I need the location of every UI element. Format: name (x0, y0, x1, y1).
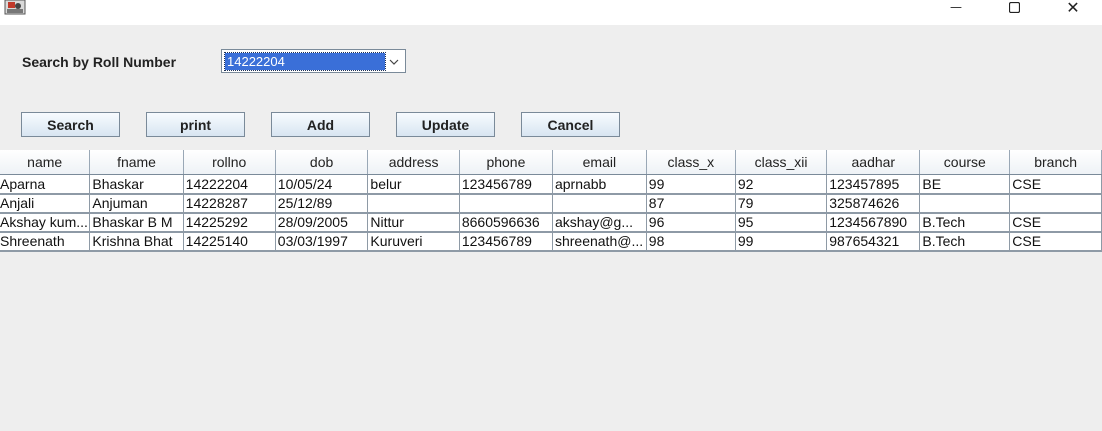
app-icon (4, 0, 26, 15)
table-cell-branch[interactable]: CSE (1009, 212, 1102, 233)
table-cell-branch[interactable]: CSE (1009, 174, 1102, 195)
table-cell-course[interactable] (919, 193, 1011, 214)
table-cell-rollno[interactable]: 14225292 (183, 212, 276, 233)
column-header-dob[interactable]: dob (275, 150, 369, 175)
table-cell-aadhar[interactable]: 1234567890 (826, 212, 921, 233)
table-cell-class-x[interactable]: 98 (646, 231, 736, 252)
column-header-class-xii[interactable]: class_xii (735, 150, 828, 175)
table-cell-course[interactable]: B.Tech (919, 212, 1011, 233)
column-header-phone[interactable]: phone (459, 150, 553, 175)
table-body: Aparna Bhaskar 14222204 10/05/24 belur 123456… (0, 174, 1102, 252)
cancel-button[interactable]: Cancel (521, 112, 620, 137)
column-header-email[interactable]: email (552, 150, 647, 175)
column-header-fname[interactable]: fname (89, 150, 184, 175)
combo-selected-value: 14222204 (224, 52, 386, 71)
students-table: name fname rollno dob address phone email class… (0, 150, 1102, 252)
table-row[interactable]: Aparna Bhaskar 14222204 10/05/24 belur 123456… (0, 174, 1102, 195)
table-cell-branch[interactable]: CSE (1009, 231, 1102, 252)
table-cell-class-xii[interactable]: 99 (735, 231, 828, 252)
table-cell-name[interactable]: Aparna (0, 174, 91, 195)
table-row[interactable]: Anjali Anjuman 14228287 25/12/89 87 79 3258746… (0, 193, 1102, 214)
table-cell-name[interactable]: Anjali (0, 193, 91, 214)
chevron-down-icon[interactable] (386, 53, 402, 70)
table-cell-email[interactable]: akshay@g... (552, 212, 647, 233)
close-button[interactable]: ✕ (1053, 0, 1093, 17)
table-cell-class-xii[interactable]: 92 (735, 174, 828, 195)
table-cell-phone[interactable] (459, 193, 553, 214)
table-cell-class-x[interactable]: 96 (646, 212, 736, 233)
table-cell-class-x[interactable]: 87 (646, 193, 736, 214)
students-table-container: name fname rollno dob address phone email class… (0, 150, 1102, 252)
table-cell-fname[interactable]: Krishna Bhat (89, 231, 184, 252)
table-cell-fname[interactable]: Bhaskar B M (89, 212, 184, 233)
table-cell-address[interactable] (367, 193, 460, 214)
table-cell-rollno[interactable]: 14225140 (183, 231, 276, 252)
table-cell-class-xii[interactable]: 95 (735, 212, 828, 233)
minimize-button[interactable]: — (936, 0, 976, 14)
table-cell-address[interactable]: Nittur (367, 212, 460, 233)
main-panel: Search by Roll Number 14222204 Search pr… (0, 25, 1102, 431)
search-button[interactable]: Search (21, 112, 120, 137)
table-cell-course[interactable]: B.Tech (919, 231, 1011, 252)
table-row[interactable]: Shreenath Krishna Bhat 14225140 03/03/1997 K… (0, 231, 1102, 252)
table-cell-branch[interactable] (1009, 193, 1102, 214)
table-cell-rollno[interactable]: 14222204 (183, 174, 276, 195)
table-cell-dob[interactable]: 25/12/89 (275, 193, 369, 214)
column-header-branch[interactable]: branch (1009, 150, 1102, 175)
table-cell-aadhar[interactable]: 325874626 (826, 193, 921, 214)
table-cell-course[interactable]: BE (919, 174, 1011, 195)
table-header-row: name fname rollno dob address phone email class… (0, 150, 1102, 175)
table-cell-phone[interactable]: 8660596636 (459, 212, 553, 233)
column-header-class-x[interactable]: class_x (646, 150, 736, 175)
print-button[interactable]: print (146, 112, 245, 137)
table-cell-fname[interactable]: Anjuman (89, 193, 184, 214)
table-cell-fname[interactable]: Bhaskar (89, 174, 184, 195)
table-cell-name[interactable]: Akshay kum... (0, 212, 91, 233)
table-cell-email[interactable]: aprnabb (552, 174, 647, 195)
table-cell-dob[interactable]: 28/09/2005 (275, 212, 369, 233)
roll-number-combobox[interactable]: 14222204 (221, 49, 406, 73)
table-cell-dob[interactable]: 03/03/1997 (275, 231, 369, 252)
table-cell-aadhar[interactable]: 987654321 (826, 231, 921, 252)
table-cell-phone[interactable]: 123456789 (459, 174, 553, 195)
table-row[interactable]: Akshay kum... Bhaskar B M 14225292 28/09/20… (0, 212, 1102, 233)
table-cell-class-xii[interactable]: 79 (735, 193, 828, 214)
table-cell-address[interactable]: Kuruveri (367, 231, 460, 252)
title-bar: — ✕ (0, 0, 1102, 25)
update-button[interactable]: Update (396, 112, 495, 137)
table-cell-aadhar[interactable]: 123457895 (826, 174, 921, 195)
column-header-address[interactable]: address (367, 150, 460, 175)
table-cell-name[interactable]: Shreenath (0, 231, 91, 252)
table-cell-class-x[interactable]: 99 (646, 174, 736, 195)
column-header-name[interactable]: name (0, 150, 91, 175)
maximize-icon (1008, 1, 1020, 13)
search-label: Search by Roll Number (22, 54, 177, 70)
table-cell-address[interactable]: belur (367, 174, 460, 195)
column-header-aadhar[interactable]: aadhar (826, 150, 921, 175)
add-button[interactable]: Add (271, 112, 370, 137)
maximize-button[interactable] (994, 0, 1034, 14)
table-cell-dob[interactable]: 10/05/24 (275, 174, 369, 195)
column-header-course[interactable]: course (919, 150, 1011, 175)
column-header-rollno[interactable]: rollno (183, 150, 276, 175)
table-cell-rollno[interactable]: 14228287 (183, 193, 276, 214)
table-cell-email[interactable]: shreenath@... (552, 231, 647, 252)
table-cell-email[interactable] (552, 193, 647, 214)
table-cell-phone[interactable]: 123456789 (459, 231, 553, 252)
